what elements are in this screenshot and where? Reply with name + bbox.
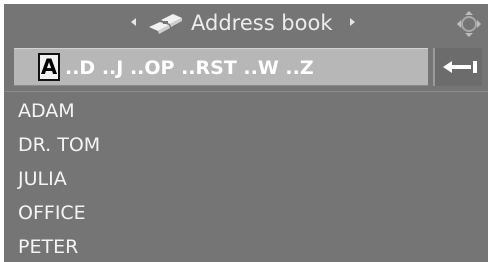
contact-item[interactable]: PETER bbox=[4, 230, 488, 262]
address-book-icon bbox=[149, 14, 182, 34]
contact-item[interactable]: OFFICE bbox=[4, 196, 488, 230]
separator-line bbox=[4, 91, 488, 92]
contact-list: ADAM DR. TOM JULIA OFFICE PETER bbox=[4, 94, 488, 262]
page-title: Address book bbox=[191, 11, 333, 35]
contact-item[interactable]: JULIA bbox=[4, 162, 488, 196]
contact-item[interactable]: DR. TOM bbox=[4, 128, 488, 162]
alphabet-selector[interactable]: A ..D ..J ..OP ..RST ..W ..Z bbox=[14, 48, 428, 86]
title-bar: Address book bbox=[4, 4, 488, 44]
back-button[interactable] bbox=[433, 48, 482, 86]
controller-joystick-icon bbox=[457, 11, 481, 37]
selected-letter[interactable]: A bbox=[38, 53, 60, 81]
back-arrow-icon bbox=[443, 61, 477, 73]
triangle-left-icon[interactable] bbox=[131, 18, 136, 26]
navigation-display: Address book A ..D ..J ..OP ..RST ..W ..… bbox=[4, 4, 488, 262]
alphabet-ranges[interactable]: ..D ..J ..OP ..RST ..W ..Z bbox=[65, 57, 314, 79]
triangle-right-icon[interactable] bbox=[350, 18, 355, 26]
contact-item[interactable]: ADAM bbox=[4, 94, 488, 128]
